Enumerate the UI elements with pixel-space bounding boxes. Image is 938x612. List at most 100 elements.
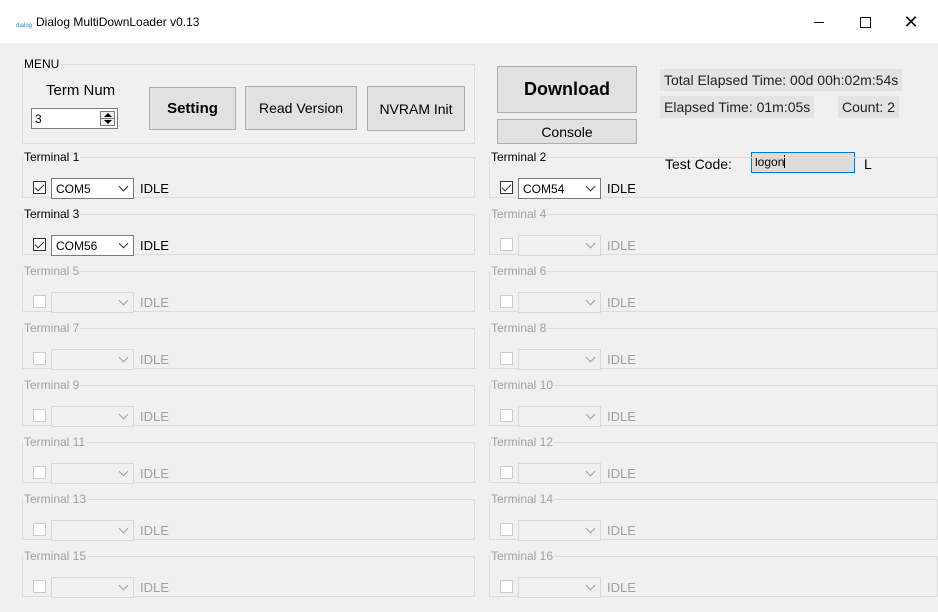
com-port-select[interactable] (518, 406, 601, 427)
dialog-logo-icon: dialog (16, 23, 33, 29)
term-num-spin[interactable] (100, 111, 115, 126)
elapsed-time: Elapsed Time: 01m:05s (660, 96, 815, 118)
terminal-status: IDLE (607, 238, 636, 253)
com-port-select[interactable] (518, 577, 601, 598)
terminal-label: Terminal 3 (24, 207, 80, 221)
terminal-group: Terminal 1 COM5 IDLE (22, 150, 475, 199)
terminal-group: Terminal 3 COM56 IDLE (22, 207, 475, 256)
chevron-down-icon (585, 181, 596, 192)
terminal-group: Terminal 7 IDLE (22, 321, 475, 370)
chevron-down-icon (118, 466, 129, 477)
close-icon: ✕ (903, 11, 919, 32)
setting-button[interactable]: Setting (149, 87, 236, 130)
terminal-label: Terminal 12 (491, 435, 554, 449)
terminal-checkbox[interactable] (500, 352, 513, 365)
chevron-down-icon (118, 352, 129, 363)
com-port-select[interactable]: COM5 (51, 178, 134, 199)
terminal-label: Terminal 5 (24, 264, 80, 278)
terminal-checkbox[interactable] (33, 409, 46, 422)
terminal-label: Terminal 7 (24, 321, 80, 335)
terminal-status: IDLE (607, 523, 636, 538)
terminal-status: IDLE (140, 352, 169, 367)
window-title: Dialog MultiDownLoader v0.13 (36, 15, 200, 29)
chevron-down-icon (585, 523, 596, 534)
terminal-group: Terminal 9 IDLE (22, 378, 475, 427)
menu-legend: MENU (24, 57, 60, 71)
terminal-status: IDLE (607, 409, 636, 424)
terminal-status: IDLE (607, 352, 636, 367)
chevron-down-icon (118, 580, 129, 591)
com-port-select[interactable]: COM54 (518, 178, 601, 199)
terminal-group: Terminal 6 IDLE (489, 265, 938, 313)
terminal-checkbox[interactable] (33, 181, 46, 194)
terminal-label: Terminal 16 (491, 549, 554, 563)
terminal-label: Terminal 14 (491, 492, 554, 506)
terminal-checkbox[interactable] (33, 295, 46, 308)
chevron-down-icon (118, 181, 129, 192)
minimize-icon (814, 21, 824, 23)
com-port-select[interactable] (51, 292, 134, 313)
total-elapsed-time: Total Elapsed Time: 00d 00h:02m:54s (660, 69, 903, 91)
com-port-select[interactable] (51, 406, 134, 427)
terminal-status: IDLE (140, 238, 169, 253)
read-version-button[interactable]: Read Version (245, 86, 357, 130)
terminal-label: Terminal 11 (24, 435, 86, 449)
close-button[interactable]: ✕ (888, 0, 934, 44)
spin-up-icon[interactable] (104, 113, 112, 117)
nvram-init-button[interactable]: NVRAM Init (367, 86, 465, 131)
com-port-select[interactable] (51, 349, 134, 370)
terminal-group: Terminal 8 IDLE (489, 322, 938, 370)
terminal-checkbox[interactable] (33, 352, 46, 365)
chevron-down-icon (118, 409, 129, 420)
terminal-checkbox[interactable] (500, 238, 513, 251)
spin-down-icon[interactable] (104, 120, 112, 124)
terminal-checkbox[interactable] (500, 466, 513, 479)
com-port-select[interactable] (51, 463, 134, 484)
terminal-checkbox[interactable] (500, 295, 513, 308)
chevron-down-icon (585, 409, 596, 420)
terminal-group: Terminal 2 COM54 IDLE (489, 151, 938, 199)
terminal-group: Terminal 15 IDLE (22, 549, 475, 598)
terminal-status: IDLE (140, 523, 169, 538)
count-value: Count: 2 (838, 96, 899, 118)
terminal-group: Terminal 4 IDLE (489, 208, 938, 256)
com-port-select[interactable] (518, 292, 601, 313)
console-button[interactable]: Console (497, 119, 637, 144)
terminal-checkbox[interactable] (500, 409, 513, 422)
terminal-group: Terminal 12 IDLE (489, 435, 938, 484)
maximize-icon (859, 16, 871, 28)
terminal-checkbox[interactable] (33, 523, 46, 536)
terminal-checkbox[interactable] (500, 580, 513, 593)
terminal-status: IDLE (140, 409, 169, 424)
terminal-checkbox[interactable] (33, 580, 46, 593)
terminal-label: Terminal 9 (24, 378, 80, 392)
chevron-down-icon (585, 580, 596, 591)
com-port-select[interactable] (518, 520, 601, 541)
minimize-button[interactable] (796, 0, 842, 44)
term-num-stepper[interactable]: 3 (31, 108, 118, 129)
term-num-value: 3 (35, 112, 42, 126)
com-port-select[interactable] (51, 577, 134, 598)
terminal-label: Terminal 13 (24, 492, 87, 506)
maximize-button[interactable] (842, 0, 888, 44)
com-port-select[interactable] (518, 463, 601, 484)
com-port-select[interactable] (518, 349, 601, 370)
terminal-checkbox[interactable] (33, 466, 46, 479)
chevron-down-icon (585, 238, 596, 249)
terminal-checkbox[interactable] (500, 181, 513, 194)
com-port-select[interactable]: COM56 (51, 235, 134, 256)
terminal-group: Terminal 5 IDLE (22, 264, 475, 313)
title-bar: dialog Dialog MultiDownLoader v0.13 ✕ (0, 0, 938, 44)
download-button[interactable]: Download (497, 66, 637, 113)
chevron-down-icon (585, 466, 596, 477)
com-port-select[interactable] (518, 235, 601, 256)
terminal-status: IDLE (607, 181, 636, 196)
terminal-label: Terminal 15 (24, 549, 87, 563)
terminal-label: Terminal 1 (24, 150, 80, 164)
chevron-down-icon (118, 523, 129, 534)
chevron-down-icon (585, 295, 596, 306)
com-port-value: COM56 (56, 239, 98, 253)
terminal-checkbox[interactable] (33, 238, 46, 251)
terminal-checkbox[interactable] (500, 523, 513, 536)
com-port-select[interactable] (51, 520, 134, 541)
